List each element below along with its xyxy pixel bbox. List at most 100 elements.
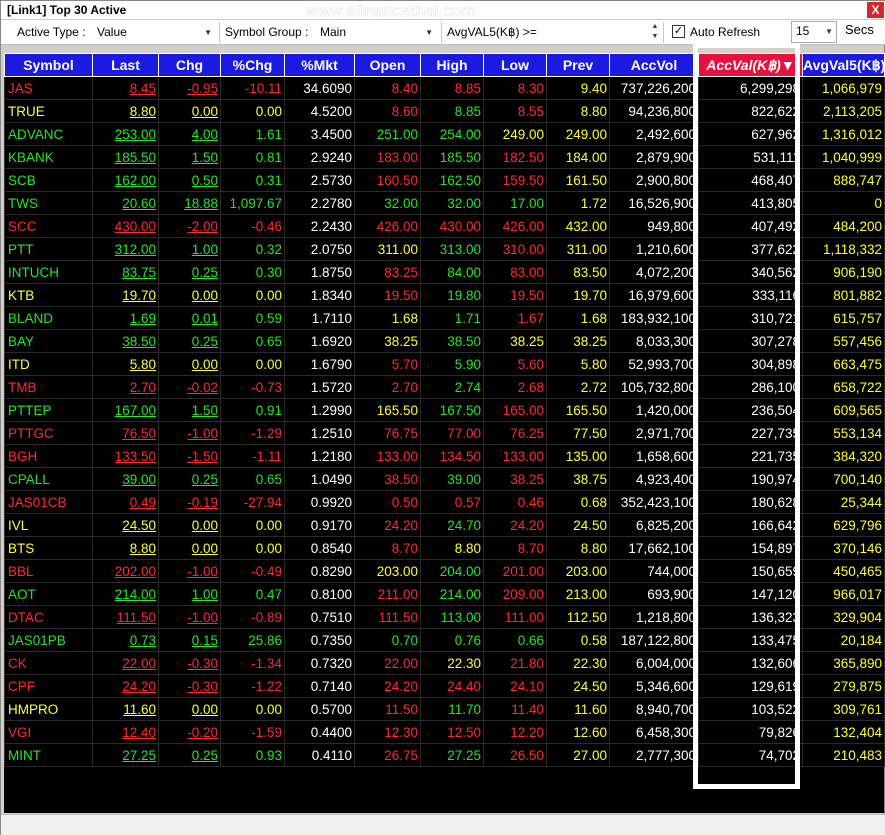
- table-row[interactable]: CPALL 39.00 0.25 0.65 1.0490 38.50 39.00 38.25 3…: [4, 467, 885, 491]
- table-row[interactable]: IVL 24.50 0.00 0.00 0.9170 24.20 24.70 24.20 24.…: [4, 513, 885, 537]
- cell-symbol[interactable]: BTS: [4, 536, 93, 560]
- cell-chg[interactable]: 0.00: [158, 352, 221, 376]
- cell-symbol[interactable]: IVL: [4, 513, 93, 537]
- cell-chg[interactable]: -0.19: [158, 490, 221, 514]
- cell-chg[interactable]: 0.00: [158, 536, 221, 560]
- table-row[interactable]: JAS01PB 0.73 0.15 25.86 0.7350 0.70 0.76 0.66 0.…: [4, 628, 885, 652]
- cell-last[interactable]: 5.80: [92, 352, 159, 376]
- cell-last[interactable]: 8.45: [92, 76, 159, 100]
- cell-last[interactable]: 312.00: [92, 237, 159, 261]
- cell-chg[interactable]: -1.00: [158, 559, 221, 583]
- cell-last[interactable]: 8.80: [92, 536, 159, 560]
- cell-symbol[interactable]: AOT: [4, 582, 93, 606]
- cell-symbol[interactable]: CPF: [4, 674, 93, 698]
- cell-symbol[interactable]: BAY: [4, 329, 93, 353]
- column-header-pmkt[interactable]: %Mkt: [284, 53, 355, 77]
- cell-chg[interactable]: 0.01: [158, 306, 221, 330]
- cell-symbol[interactable]: PTTEP: [4, 398, 93, 422]
- cell-chg[interactable]: 0.25: [158, 743, 221, 767]
- column-header-low[interactable]: Low: [483, 53, 547, 77]
- table-row[interactable]: TMB 2.70 -0.02 -0.73 1.5720 2.70 2.74 2.68 2.72 1…: [4, 375, 885, 399]
- cell-chg[interactable]: 0.25: [158, 467, 221, 491]
- cell-symbol[interactable]: INTUCH: [4, 260, 93, 284]
- cell-chg[interactable]: 1.50: [158, 398, 221, 422]
- table-row[interactable]: TWS 20.60 18.88 1,097.67 2.2780 32.00 32.00 17.…: [4, 191, 885, 215]
- cell-last[interactable]: 111.50: [92, 605, 159, 629]
- column-header-last[interactable]: Last: [92, 53, 159, 77]
- cell-last[interactable]: 167.00: [92, 398, 159, 422]
- column-header-open[interactable]: Open: [354, 53, 421, 77]
- cell-symbol[interactable]: PTT: [4, 237, 93, 261]
- table-row[interactable]: BLAND 1.69 0.01 0.59 1.7110 1.68 1.71 1.67 1.68 1…: [4, 306, 885, 330]
- cell-last[interactable]: 22.00: [92, 651, 159, 675]
- table-row[interactable]: HMPRO 11.60 0.00 0.00 0.5700 11.50 11.70 11.40 1…: [4, 697, 885, 721]
- cell-last[interactable]: 24.20: [92, 674, 159, 698]
- cell-chg[interactable]: 0.00: [158, 99, 221, 123]
- table-row[interactable]: BGH 133.50 -1.50 -1.11 1.2180 133.00 134.50 133…: [4, 444, 885, 468]
- cell-last[interactable]: 76.50: [92, 421, 159, 445]
- active-type-select[interactable]: Value ▼: [93, 23, 215, 42]
- symbol-group-select[interactable]: Main ▼: [316, 23, 436, 42]
- cell-chg[interactable]: 1.50: [158, 145, 221, 169]
- cell-chg[interactable]: 0.00: [158, 513, 221, 537]
- cell-last[interactable]: 133.50: [92, 444, 159, 468]
- column-header-accval[interactable]: AccVal(K฿)▼: [698, 53, 803, 77]
- table-row[interactable]: CPF 24.20 -0.30 -1.22 0.7140 24.20 24.40 24.10 2…: [4, 674, 885, 698]
- cell-last[interactable]: 0.49: [92, 490, 159, 514]
- table-row[interactable]: SCB 162.00 0.50 0.31 2.5730 160.50 162.50 159.5…: [4, 168, 885, 192]
- cell-last[interactable]: 8.80: [92, 99, 159, 123]
- table-row[interactable]: PTTEP 167.00 1.50 0.91 1.2990 165.50 167.50 165…: [4, 398, 885, 422]
- cell-chg[interactable]: 4.00: [158, 122, 221, 146]
- cell-last[interactable]: 83.75: [92, 260, 159, 284]
- cell-symbol[interactable]: SCB: [4, 168, 93, 192]
- cell-symbol[interactable]: CPALL: [4, 467, 93, 491]
- table-row[interactable]: BAY 38.50 0.25 0.65 1.6920 38.25 38.50 38.25 38.…: [4, 329, 885, 353]
- cell-last[interactable]: 202.00: [92, 559, 159, 583]
- cell-last[interactable]: 19.70: [92, 283, 159, 307]
- cell-symbol[interactable]: VGI: [4, 720, 93, 744]
- cell-symbol[interactable]: BLAND: [4, 306, 93, 330]
- close-button[interactable]: X: [867, 2, 884, 18]
- auto-refresh-checkbox[interactable]: ✓: [672, 25, 685, 38]
- column-header-pchg[interactable]: %Chg: [220, 53, 285, 77]
- cell-symbol[interactable]: KTB: [4, 283, 93, 307]
- cell-symbol[interactable]: ITD: [4, 352, 93, 376]
- cell-last[interactable]: 430.00: [92, 214, 159, 238]
- cell-last[interactable]: 162.00: [92, 168, 159, 192]
- cell-chg[interactable]: 0.25: [158, 329, 221, 353]
- cell-symbol[interactable]: TWS: [4, 191, 93, 215]
- refresh-interval-select[interactable]: 15 ▼: [791, 21, 837, 43]
- cell-last[interactable]: 12.40: [92, 720, 159, 744]
- cell-symbol[interactable]: JAS: [4, 76, 93, 100]
- cell-last[interactable]: 214.00: [92, 582, 159, 606]
- cell-last[interactable]: 24.50: [92, 513, 159, 537]
- spin-up-icon[interactable]: ▲: [650, 23, 660, 33]
- cell-chg[interactable]: -0.30: [158, 651, 221, 675]
- column-header-high[interactable]: High: [420, 53, 484, 77]
- cell-symbol[interactable]: JAS01CB: [4, 490, 93, 514]
- cell-chg[interactable]: -0.02: [158, 375, 221, 399]
- cell-chg[interactable]: -1.00: [158, 421, 221, 445]
- spin-down-icon[interactable]: ▼: [650, 33, 660, 43]
- cell-chg[interactable]: 0.00: [158, 697, 221, 721]
- table-row[interactable]: DTAC 111.50 -1.00 -0.89 0.7510 111.50 113.00 11…: [4, 605, 885, 629]
- table-row[interactable]: TRUE 8.80 0.00 0.00 4.5200 8.60 8.85 8.55 8.80 94…: [4, 99, 885, 123]
- table-row[interactable]: INTUCH 83.75 0.25 0.30 1.8750 83.25 84.00 83.00…: [4, 260, 885, 284]
- cell-symbol[interactable]: DTAC: [4, 605, 93, 629]
- table-row[interactable]: PTTGC 76.50 -1.00 -1.29 1.2510 76.75 77.00 76.2…: [4, 421, 885, 445]
- cell-chg[interactable]: 18.88: [158, 191, 221, 215]
- cell-chg[interactable]: 0.15: [158, 628, 221, 652]
- cell-last[interactable]: 39.00: [92, 467, 159, 491]
- table-row[interactable]: KBANK 185.50 1.50 0.81 2.9240 183.00 185.50 182…: [4, 145, 885, 169]
- cell-last[interactable]: 2.70: [92, 375, 159, 399]
- cell-last[interactable]: 38.50: [92, 329, 159, 353]
- table-row[interactable]: KTB 19.70 0.00 0.00 1.8340 19.50 19.80 19.50 19.…: [4, 283, 885, 307]
- table-row[interactable]: AOT 214.00 1.00 0.47 0.8100 211.00 214.00 209.0…: [4, 582, 885, 606]
- cell-symbol[interactable]: SCC: [4, 214, 93, 238]
- cell-symbol[interactable]: KBANK: [4, 145, 93, 169]
- cell-symbol[interactable]: BBL: [4, 559, 93, 583]
- cell-chg[interactable]: -0.30: [158, 674, 221, 698]
- table-row[interactable]: JAS 8.45 -0.95 -10.11 34.6090 8.40 8.85 8.30 9.4…: [4, 76, 885, 100]
- cell-chg[interactable]: 1.00: [158, 582, 221, 606]
- table-row[interactable]: VGI 12.40 -0.20 -1.59 0.4400 12.30 12.50 12.20 1…: [4, 720, 885, 744]
